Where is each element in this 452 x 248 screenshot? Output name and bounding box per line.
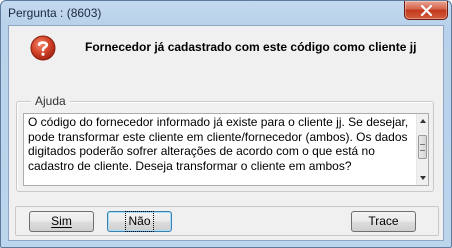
- dialog-window: Pergunta : (8603) Fornecedor já cadastra…: [0, 0, 452, 248]
- title-bar[interactable]: Pergunta : (8603): [1, 1, 451, 25]
- scrollbar-thumb[interactable]: [418, 135, 427, 159]
- trace-button[interactable]: Trace: [351, 211, 416, 232]
- sim-button[interactable]: Sim: [29, 211, 94, 232]
- nao-button-label: Não: [125, 211, 154, 232]
- dialog-body: Fornecedor já cadastrado com este código…: [8, 25, 444, 241]
- trace-button-label: Trace: [368, 214, 399, 228]
- chevron-down-icon[interactable]: [419, 174, 427, 182]
- help-text: O código do fornecedor informado já exis…: [28, 115, 409, 173]
- sim-button-label: Sim: [51, 214, 72, 228]
- button-bar: Sim Não Trace: [15, 206, 439, 236]
- close-button[interactable]: [404, 1, 448, 20]
- message-text: Fornecedor já cadastrado com este código…: [85, 40, 417, 54]
- vertical-scrollbar[interactable]: [416, 114, 428, 185]
- chevron-up-icon[interactable]: [419, 117, 427, 125]
- help-legend: Ajuda: [31, 94, 70, 108]
- nao-button[interactable]: Não: [107, 211, 172, 232]
- help-group: Ajuda O código do fornecedor informado j…: [16, 94, 434, 192]
- help-textbox[interactable]: O código do fornecedor informado já exis…: [23, 113, 429, 186]
- question-icon: [30, 35, 56, 61]
- window-title: Pergunta : (8603): [8, 6, 102, 20]
- close-icon: [420, 5, 433, 16]
